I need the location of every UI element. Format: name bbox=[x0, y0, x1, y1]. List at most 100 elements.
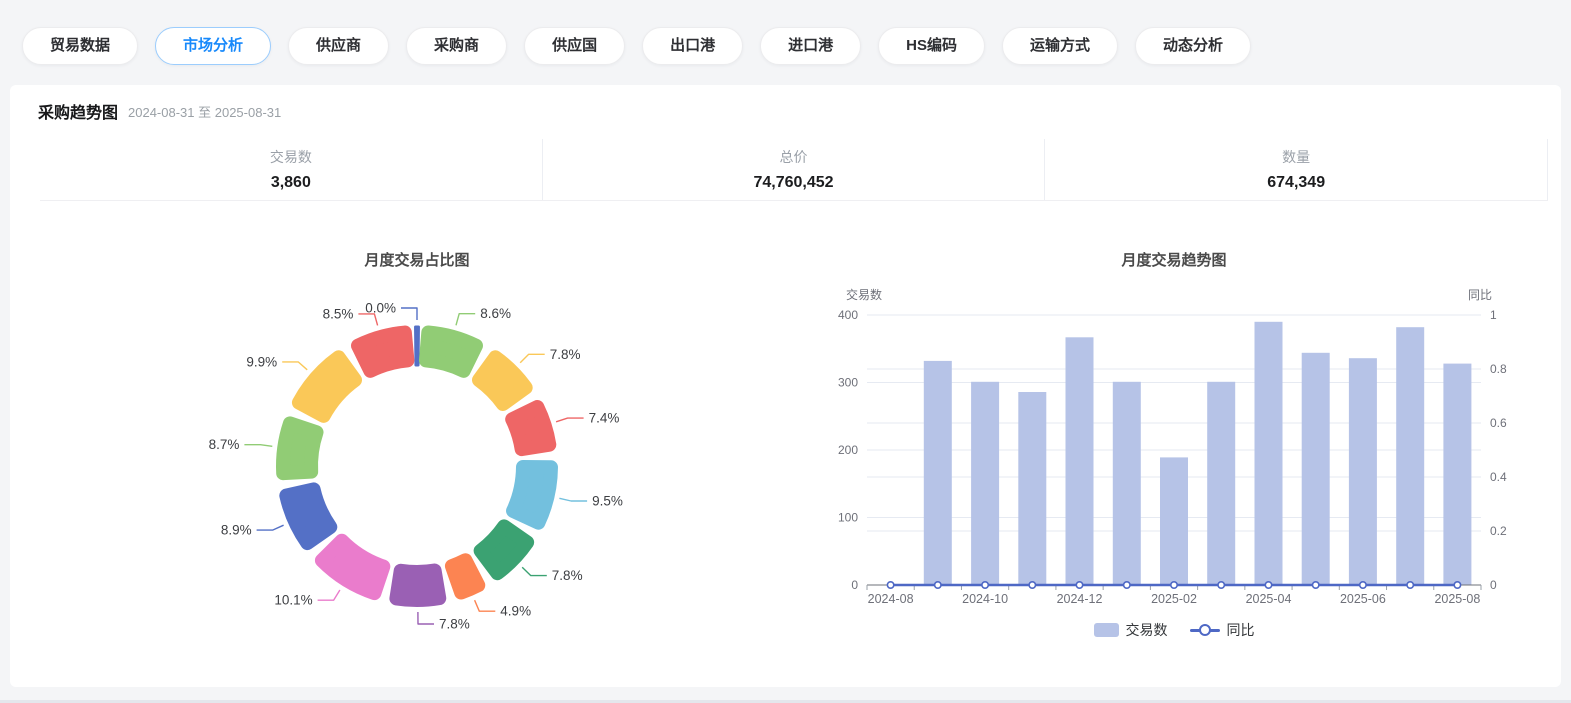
pie-slice-2024-10[interactable] bbox=[479, 357, 526, 404]
pie-label: 9.5% bbox=[592, 494, 623, 509]
stat-quantity: 数量 674,349 bbox=[1044, 139, 1548, 200]
pie-label: 8.7% bbox=[209, 437, 240, 452]
pie-label: 7.4% bbox=[589, 411, 620, 426]
donut-chart: 0.0%8.6%7.8%7.4%9.5%7.8%4.9%7.8%10.1%8.9… bbox=[30, 235, 820, 685]
pie-label: 7.8% bbox=[550, 347, 581, 362]
bar-2025-06[interactable] bbox=[1349, 358, 1377, 585]
x-tick-label: 2025-06 bbox=[1340, 592, 1386, 606]
tab-import-port[interactable]: 进口港 bbox=[760, 27, 861, 65]
x-tick-label: 2025-02 bbox=[1151, 592, 1197, 606]
y-left-axis-name: 交易数 bbox=[846, 287, 882, 302]
pie-label-line bbox=[358, 314, 377, 326]
legend-item-bar-series[interactable]: 交易数 bbox=[1094, 620, 1168, 640]
tab-export-port[interactable]: 出口港 bbox=[642, 27, 743, 65]
pie-slice-2025-04[interactable] bbox=[322, 541, 383, 593]
pie-slice-2025-08[interactable] bbox=[358, 333, 407, 371]
tab-bar: 贸易数据市场分析供应商采购商供应国出口港进口港 HS编码运输方式动态分析 bbox=[22, 27, 1251, 65]
yoy-marker bbox=[887, 582, 893, 588]
pie-label: 4.9% bbox=[500, 604, 531, 619]
pie-label-line bbox=[401, 308, 417, 320]
pie-slice-2025-07[interactable] bbox=[299, 357, 355, 416]
x-tick-label: 2024-10 bbox=[962, 592, 1008, 606]
x-tick-label: 2025-04 bbox=[1246, 592, 1292, 606]
bar-line-chart: 010020030040000.20.40.60.81交易数同比2024-082… bbox=[820, 235, 1565, 617]
tab-supplier[interactable]: 供应商 bbox=[288, 27, 389, 65]
bar-2025-02[interactable] bbox=[1160, 457, 1188, 585]
stat-label: 交易数 bbox=[270, 147, 312, 167]
tab-buyer[interactable]: 采购商 bbox=[406, 27, 507, 65]
y-right-tick-label: 0.8 bbox=[1490, 362, 1507, 376]
monthly-trend-chart: 月度交易趋势图 010020030040000.20.40.60.81交易数同比… bbox=[820, 235, 1565, 690]
y-left-tick-label: 200 bbox=[838, 443, 858, 457]
stat-transactions: 交易数3,860 bbox=[40, 139, 542, 200]
pie-label-line bbox=[257, 525, 284, 530]
bar-2024-09[interactable] bbox=[924, 361, 952, 585]
date-range: 2024-08-31 至 2025-08-31 bbox=[128, 102, 281, 121]
bar-2024-10[interactable] bbox=[971, 382, 999, 585]
pie-slice-2024-09[interactable] bbox=[426, 332, 476, 370]
pie-slice-2025-03[interactable] bbox=[396, 571, 439, 600]
y-left-tick-label: 400 bbox=[838, 308, 858, 322]
x-tick-label: 2025-08 bbox=[1434, 592, 1480, 606]
yoy-marker bbox=[1171, 582, 1177, 588]
pie-slice-2024-12[interactable] bbox=[513, 467, 551, 523]
stat-value: 674,349 bbox=[1267, 174, 1325, 192]
pie-slice-2024-08[interactable] bbox=[416, 327, 419, 365]
bar-2024-11[interactable] bbox=[1018, 392, 1046, 585]
bar-2024-12[interactable] bbox=[1066, 337, 1094, 585]
legend-label: 交易数 bbox=[1126, 620, 1168, 640]
tab-dynamic-analysis[interactable]: 动态分析 bbox=[1135, 27, 1251, 65]
y-left-tick-label: 0 bbox=[851, 578, 858, 592]
purchase-trend-panel: 采购趋势图 2024-08-31 至 2025-08-31 交易数3,860总价… bbox=[10, 85, 1561, 687]
y-right-axis-name: 同比 bbox=[1468, 288, 1492, 302]
pie-slice-2025-05[interactable] bbox=[286, 489, 330, 543]
bar-2025-04[interactable] bbox=[1255, 322, 1283, 585]
x-tick-label: 2024-08 bbox=[868, 592, 914, 606]
pie-slice-2025-01[interactable] bbox=[481, 526, 528, 573]
pie-label: 9.9% bbox=[246, 354, 277, 369]
x-tick-label: 2024-12 bbox=[1057, 592, 1103, 606]
legend-item-yoy-series[interactable]: 同比 bbox=[1190, 620, 1255, 640]
legend-line-circle-icon bbox=[1190, 623, 1220, 637]
y-left-tick-label: 300 bbox=[838, 376, 858, 390]
panel-header: 采购趋势图 2024-08-31 至 2025-08-31 bbox=[38, 98, 281, 124]
bar-2025-08[interactable] bbox=[1443, 364, 1471, 585]
bar-2025-07[interactable] bbox=[1396, 327, 1424, 585]
stat-value: 74,760,452 bbox=[753, 174, 833, 192]
pie-label-line bbox=[318, 590, 340, 600]
yoy-marker bbox=[1407, 582, 1413, 588]
tab-trade-data[interactable]: 贸易数据 bbox=[22, 27, 138, 65]
yoy-marker bbox=[1029, 582, 1035, 588]
y-right-tick-label: 1 bbox=[1490, 308, 1497, 322]
bar-series bbox=[924, 322, 1472, 585]
yoy-marker bbox=[1360, 582, 1366, 588]
pie-label-line bbox=[282, 362, 307, 370]
pie-slice-2024-11[interactable] bbox=[512, 407, 549, 449]
panel-title: 采购趋势图 bbox=[38, 99, 118, 123]
bar-2025-05[interactable] bbox=[1302, 353, 1330, 585]
monthly-share-chart: 月度交易占比图 0.0%8.6%7.8%7.4%9.5%7.8%4.9%7.8%… bbox=[30, 235, 820, 685]
pie-slice-2025-02[interactable] bbox=[452, 560, 478, 592]
tab-hs-code[interactable]: HS编码 bbox=[878, 27, 985, 65]
pie-slice-2025-06[interactable] bbox=[283, 423, 317, 473]
tab-transport-mode[interactable]: 运输方式 bbox=[1002, 27, 1118, 65]
pie-label: 7.8% bbox=[439, 617, 470, 632]
pie-label: 8.6% bbox=[480, 306, 511, 321]
pie-label: 7.8% bbox=[552, 568, 583, 583]
pie-label-line bbox=[520, 354, 545, 363]
tab-supply-country[interactable]: 供应国 bbox=[524, 27, 625, 65]
bar-2025-03[interactable] bbox=[1207, 382, 1235, 585]
y-left-tick-label: 100 bbox=[838, 511, 858, 525]
pie-label-line bbox=[522, 567, 547, 575]
stat-label: 数量 bbox=[1282, 147, 1310, 167]
tab-market-analysis[interactable]: 市场分析 bbox=[155, 27, 271, 65]
bar-2025-01[interactable] bbox=[1113, 382, 1141, 585]
stat-total-price: 总价74,760,452 bbox=[542, 139, 1045, 200]
yoy-marker bbox=[982, 582, 988, 588]
legend-square-icon bbox=[1094, 623, 1119, 637]
y-right-tick-label: 0.4 bbox=[1490, 470, 1507, 484]
yoy-marker bbox=[1265, 582, 1271, 588]
legend-label: 同比 bbox=[1227, 620, 1255, 640]
yoy-marker bbox=[935, 582, 941, 588]
yoy-marker bbox=[1124, 582, 1130, 588]
